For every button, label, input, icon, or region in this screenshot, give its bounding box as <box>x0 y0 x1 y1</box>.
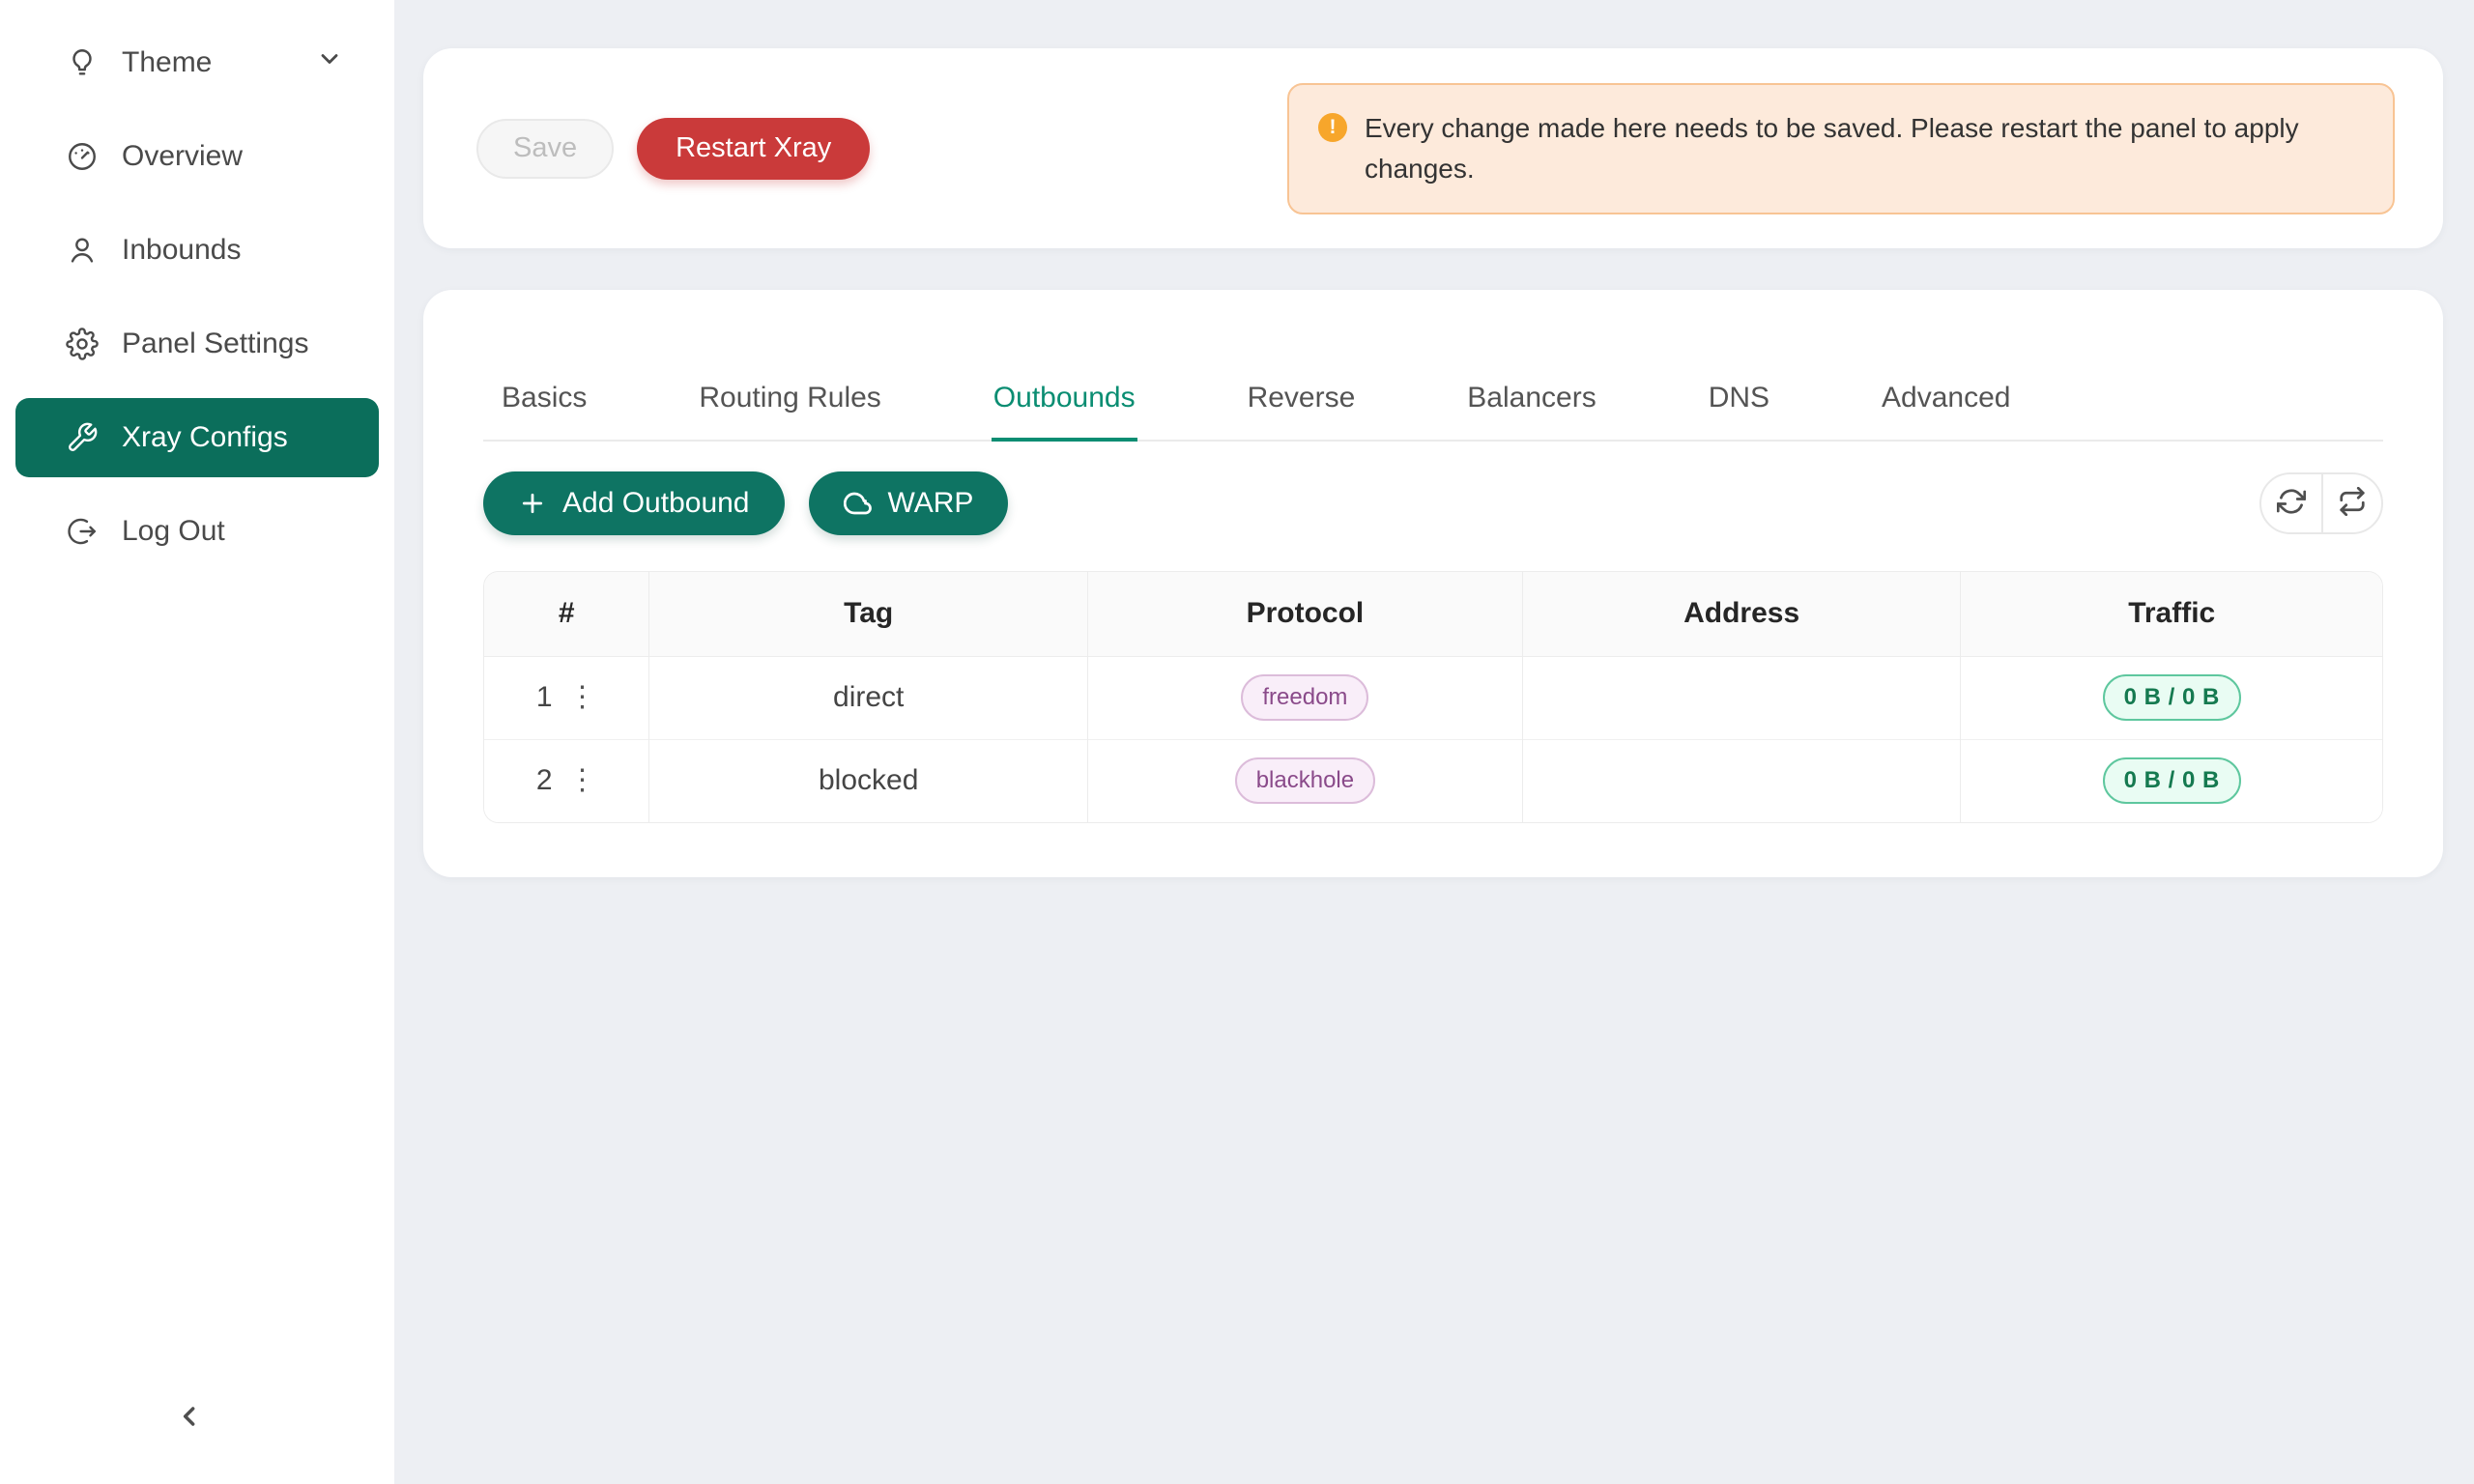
sidebar-item-xray-configs[interactable]: Xray Configs <box>15 398 379 477</box>
cloud-icon <box>844 489 873 518</box>
warp-label: WARP <box>888 487 974 520</box>
sidebar-item-label: Theme <box>122 46 212 79</box>
traffic-badge: 0 B / 0 B <box>2103 757 2241 804</box>
tab-advanced[interactable]: Advanced <box>1880 362 2012 442</box>
traffic-badge: 0 B / 0 B <box>2103 674 2241 721</box>
protocol-badge: freedom <box>1241 674 1368 721</box>
table-row: 1 ⋮ direct freedom 0 B / 0 B <box>484 656 2382 739</box>
tab-bar: Basics Routing Rules Outbounds Reverse B… <box>483 290 2383 442</box>
table-header-row: # Tag Protocol Address Traffic <box>484 572 2382 656</box>
address-cell <box>1522 656 1961 739</box>
add-outbound-button[interactable]: Add Outbound <box>483 471 785 535</box>
sidebar-item-label: Xray Configs <box>122 421 288 454</box>
toolbar-buttons: Save Restart Xray <box>476 118 870 180</box>
column-header-address: Address <box>1522 572 1961 656</box>
add-outbound-label: Add Outbound <box>562 487 750 520</box>
logout-icon <box>66 515 99 548</box>
wrench-icon <box>66 421 99 454</box>
tag-cell: blocked <box>649 739 1088 822</box>
outbounds-actions: Add Outbound WARP <box>483 471 2383 535</box>
plus-icon <box>518 489 547 518</box>
xray-configs-card: Basics Routing Rules Outbounds Reverse B… <box>423 290 2443 877</box>
alert-text: Every change made here needs to be saved… <box>1365 108 2364 189</box>
chevron-left-icon <box>175 1401 206 1437</box>
column-header-tag: Tag <box>649 572 1088 656</box>
tab-dns[interactable]: DNS <box>1707 362 1771 442</box>
lightbulb-icon <box>66 46 99 79</box>
tab-balancers[interactable]: Balancers <box>1465 362 1597 442</box>
column-header-traffic: Traffic <box>1961 572 2382 656</box>
sidebar-item-panel-settings[interactable]: Panel Settings <box>15 304 379 384</box>
sidebar-collapse-button[interactable] <box>171 1399 210 1438</box>
tab-reverse[interactable]: Reverse <box>1246 362 1358 442</box>
sidebar-item-label: Log Out <box>122 515 225 548</box>
table-row: 2 ⋮ blocked blackhole 0 B / 0 B <box>484 739 2382 822</box>
refresh-button[interactable] <box>2261 474 2321 532</box>
sidebar-item-label: Panel Settings <box>122 328 308 360</box>
chevron-down-icon[interactable] <box>316 45 343 80</box>
column-header-protocol: Protocol <box>1088 572 1523 656</box>
outbounds-table: # Tag Protocol Address Traffic 1 ⋮ <box>483 571 2383 823</box>
warp-button[interactable]: WARP <box>809 471 1009 535</box>
sidebar-nav: Theme Overview Inbounds Panel Settings <box>0 0 394 571</box>
user-icon <box>66 234 99 267</box>
row-menu-icon[interactable]: ⋮ <box>568 683 597 712</box>
protocol-badge: blackhole <box>1235 757 1375 804</box>
save-button[interactable]: Save <box>476 119 614 179</box>
row-menu-icon[interactable]: ⋮ <box>568 766 597 795</box>
address-cell <box>1522 739 1961 822</box>
dashboard-icon <box>66 140 99 173</box>
tag-cell: direct <box>649 656 1088 739</box>
reload-all-button[interactable] <box>2321 474 2381 532</box>
repeat-icon <box>2338 487 2367 521</box>
sidebar-item-overview[interactable]: Overview <box>15 117 379 196</box>
warning-icon: ! <box>1318 113 1347 142</box>
row-index: 2 <box>536 764 553 797</box>
main-content: Save Restart Xray ! Every change made he… <box>423 0 2443 877</box>
restart-xray-button[interactable]: Restart Xray <box>637 118 870 180</box>
sidebar-item-theme[interactable]: Theme <box>15 23 379 102</box>
tab-basics[interactable]: Basics <box>500 362 589 442</box>
row-index: 1 <box>536 681 553 714</box>
table-tools <box>2259 472 2383 534</box>
sidebar-item-log-out[interactable]: Log Out <box>15 492 379 571</box>
sidebar-item-label: Overview <box>122 140 243 173</box>
gear-icon <box>66 328 99 360</box>
toolbar-card: Save Restart Xray ! Every change made he… <box>423 48 2443 248</box>
restart-warning-alert: ! Every change made here needs to be sav… <box>1287 83 2395 214</box>
sidebar-item-label: Inbounds <box>122 234 241 267</box>
tab-outbounds[interactable]: Outbounds <box>992 362 1137 442</box>
sidebar-item-inbounds[interactable]: Inbounds <box>15 211 379 290</box>
sidebar: Theme Overview Inbounds Panel Settings <box>0 0 394 1484</box>
column-header-index: # <box>484 572 649 656</box>
tab-routing-rules[interactable]: Routing Rules <box>697 362 882 442</box>
refresh-icon <box>2277 487 2306 521</box>
